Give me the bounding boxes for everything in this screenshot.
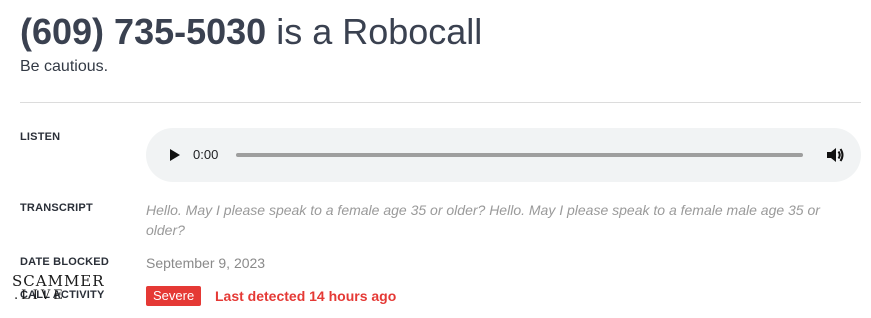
- status-badge: Severe: [146, 286, 202, 306]
- date-blocked-value: September 9, 2023: [146, 255, 266, 271]
- robocall-report: (609) 735-5030 is a Robocall Be cautious…: [0, 0, 871, 318]
- divider: [20, 102, 861, 103]
- play-icon[interactable]: [164, 145, 184, 165]
- call-activity-label: CALL ACTIVITY: [20, 289, 105, 301]
- transcript-label: TRANSCRIPT: [20, 202, 93, 214]
- audio-player[interactable]: 0:00: [146, 128, 861, 182]
- last-detected-text: Last detected 14 hours ago: [215, 288, 397, 304]
- page-subtitle: Be cautious.: [20, 58, 109, 75]
- date-blocked-label: DATE BLOCKED: [20, 256, 109, 268]
- page-title: (609) 735-5030 is a Robocall: [20, 10, 482, 54]
- volume-icon[interactable]: [824, 144, 846, 166]
- title-suffix: is a Robocall: [266, 11, 483, 52]
- audio-current-time: 0:00: [193, 147, 219, 162]
- transcript-text: Hello. May I please speak to a female ag…: [146, 202, 820, 238]
- phone-number: (609) 735-5030: [20, 11, 267, 52]
- watermark-line-1: SCAMMER: [12, 272, 105, 290]
- audio-progress-track[interactable]: [236, 153, 803, 157]
- listen-label: LISTEN: [20, 131, 61, 143]
